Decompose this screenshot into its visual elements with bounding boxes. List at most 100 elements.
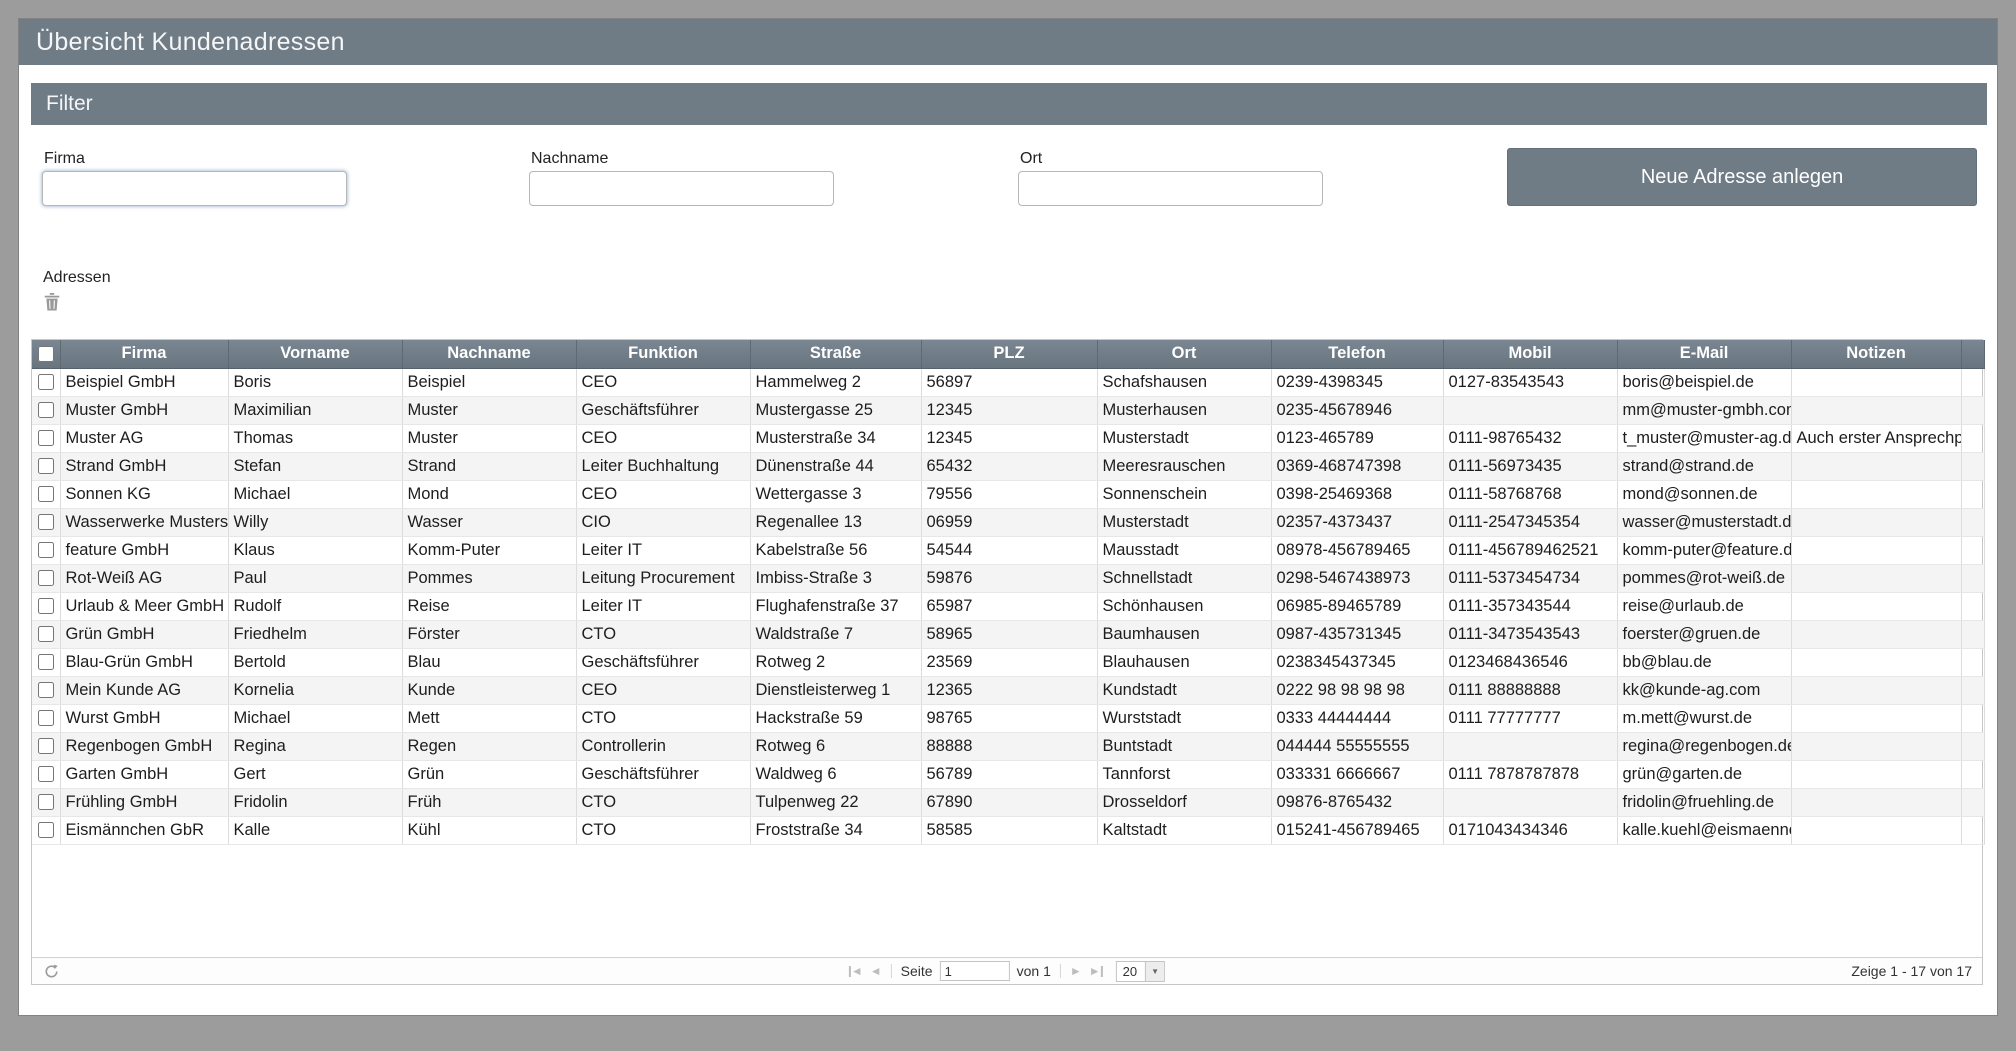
table-cell: Blau (402, 648, 576, 676)
new-address-button[interactable]: Neue Adresse anlegen (1507, 148, 1977, 206)
table-cell: Flughafenstraße 37 (750, 592, 921, 620)
row-checkbox[interactable] (38, 682, 54, 698)
column-header-funktion[interactable]: Funktion (576, 340, 750, 368)
row-checkbox[interactable] (38, 486, 54, 502)
table-row[interactable]: Regenbogen GmbHReginaRegenControllerinRo… (32, 732, 1984, 760)
table-row[interactable]: Mein Kunde AGKorneliaKundeCEODienstleist… (32, 676, 1984, 704)
row-checkbox[interactable] (38, 430, 54, 446)
column-header-plz[interactable]: PLZ (921, 340, 1097, 368)
row-checkbox-cell[interactable] (32, 704, 60, 732)
row-checkbox[interactable] (38, 710, 54, 726)
table-row[interactable]: Garten GmbHGertGrünGeschäftsführerWaldwe… (32, 760, 1984, 788)
row-checkbox[interactable] (38, 514, 54, 530)
table-cell: 23569 (921, 648, 1097, 676)
last-page-button[interactable]: ► (1089, 965, 1103, 977)
page-number-input[interactable] (940, 961, 1010, 981)
column-header-telefon[interactable]: Telefon (1271, 340, 1443, 368)
row-checkbox-cell[interactable] (32, 760, 60, 788)
row-checkbox[interactable] (38, 458, 54, 474)
table-row[interactable]: Wurst GmbHMichaelMettCTOHackstraße 59987… (32, 704, 1984, 732)
row-checkbox[interactable] (38, 570, 54, 586)
prev-page-button[interactable]: ◄ (870, 965, 882, 977)
row-checkbox[interactable] (38, 766, 54, 782)
table-cell: 06985-89465789 (1271, 592, 1443, 620)
row-checkbox-cell[interactable] (32, 564, 60, 592)
column-header-firma[interactable]: Firma (60, 340, 228, 368)
prev-page-icon: ◄ (870, 965, 882, 977)
page-label: Seite (901, 963, 933, 979)
select-all-header-cell[interactable] (32, 340, 60, 368)
record-info: Zeige 1 - 17 von 17 (1851, 958, 1972, 984)
table-cell: Imbiss-Straße 3 (750, 564, 921, 592)
row-checkbox-cell[interactable] (32, 788, 60, 816)
table-cell: Mustergasse 25 (750, 396, 921, 424)
row-checkbox-cell[interactable] (32, 536, 60, 564)
table-cell: Eismännchen GbR (60, 816, 228, 844)
table-cell (1791, 704, 1961, 732)
row-checkbox-cell[interactable] (32, 396, 60, 424)
column-header-notizen[interactable]: Notizen (1791, 340, 1961, 368)
row-checkbox[interactable] (38, 598, 54, 614)
row-checkbox-cell[interactable] (32, 452, 60, 480)
table-row[interactable]: Urlaub & Meer GmbHRudolfReiseLeiter ITFl… (32, 592, 1984, 620)
row-checkbox[interactable] (38, 654, 54, 670)
table-row[interactable]: Muster AGThomasMusterCEOMusterstraße 341… (32, 424, 1984, 452)
table-cell: kk@kunde-ag.com (1617, 676, 1791, 704)
table-row[interactable]: Rot-Weiß AGPaulPommesLeitung Procurement… (32, 564, 1984, 592)
delete-address-button[interactable] (41, 292, 63, 314)
table-cell (1791, 396, 1961, 424)
table-row[interactable]: Beispiel GmbHBorisBeispielCEOHammelweg 2… (32, 368, 1984, 396)
table-row[interactable]: Muster GmbHMaximilianMusterGeschäftsführ… (32, 396, 1984, 424)
row-checkbox[interactable] (38, 626, 54, 642)
app-window: Übersicht Kundenadressen Filter Firma Na… (18, 18, 1998, 1016)
column-header-vorname[interactable]: Vorname (228, 340, 402, 368)
table-cell: Willy (228, 508, 402, 536)
row-checkbox-cell[interactable] (32, 816, 60, 844)
column-header-ort[interactable]: Ort (1097, 340, 1271, 368)
row-checkbox-cell[interactable] (32, 676, 60, 704)
row-checkbox-cell[interactable] (32, 732, 60, 760)
firma-input[interactable] (42, 171, 347, 206)
table-cell-filler (1961, 592, 1984, 620)
row-checkbox[interactable] (38, 794, 54, 810)
table-cell (1791, 564, 1961, 592)
table-row[interactable]: Grün GmbHFriedhelmFörsterCTOWaldstraße 7… (32, 620, 1984, 648)
row-checkbox-cell[interactable] (32, 424, 60, 452)
row-checkbox-cell[interactable] (32, 592, 60, 620)
column-header-mobil[interactable]: Mobil (1443, 340, 1617, 368)
row-checkbox-cell[interactable] (32, 648, 60, 676)
row-checkbox-cell[interactable] (32, 480, 60, 508)
nachname-input[interactable] (529, 171, 834, 206)
table-row[interactable]: Wasserwerke MusterstadtWillyWasserCIOReg… (32, 508, 1984, 536)
ort-input[interactable] (1018, 171, 1323, 206)
row-checkbox[interactable] (38, 822, 54, 838)
first-page-button[interactable]: ◄ (849, 965, 863, 977)
pager: ◄ ◄ Seite von 1 ► ► 20 ▼ Zeige 1 - 17 vo… (32, 957, 1982, 984)
table-cell: 0111 88888888 (1443, 676, 1617, 704)
table-cell: Hammelweg 2 (750, 368, 921, 396)
row-checkbox[interactable] (38, 402, 54, 418)
table-row[interactable]: Frühling GmbHFridolinFrühCTOTulpenweg 22… (32, 788, 1984, 816)
row-checkbox[interactable] (38, 542, 54, 558)
row-checkbox-cell[interactable] (32, 368, 60, 396)
row-checkbox-cell[interactable] (32, 508, 60, 536)
table-cell-filler (1961, 508, 1984, 536)
row-checkbox[interactable] (38, 738, 54, 754)
column-header-stra-e[interactable]: Straße (750, 340, 921, 368)
row-checkbox-cell[interactable] (32, 620, 60, 648)
next-page-button[interactable]: ► (1070, 965, 1082, 977)
table-cell: t_muster@muster-ag.de (1617, 424, 1791, 452)
page-size-select[interactable]: 20 ▼ (1116, 961, 1165, 982)
row-checkbox[interactable] (38, 374, 54, 390)
column-header-nachname[interactable]: Nachname (402, 340, 576, 368)
table-cell: Kühl (402, 816, 576, 844)
table-row[interactable]: Sonnen KGMichaelMondCEOWettergasse 37955… (32, 480, 1984, 508)
table-row[interactable]: Blau-Grün GmbHBertoldBlauGeschäftsführer… (32, 648, 1984, 676)
table-row[interactable]: Eismännchen GbRKalleKühlCTOFroststraße 3… (32, 816, 1984, 844)
select-all-checkbox[interactable] (38, 346, 54, 362)
table-row[interactable]: Strand GmbHStefanStrandLeiter Buchhaltun… (32, 452, 1984, 480)
refresh-icon[interactable] (44, 964, 59, 979)
column-header-e-mail[interactable]: E-Mail (1617, 340, 1791, 368)
table-cell: komm-puter@feature.de (1617, 536, 1791, 564)
table-row[interactable]: feature GmbHKlausKomm-PuterLeiter ITKabe… (32, 536, 1984, 564)
